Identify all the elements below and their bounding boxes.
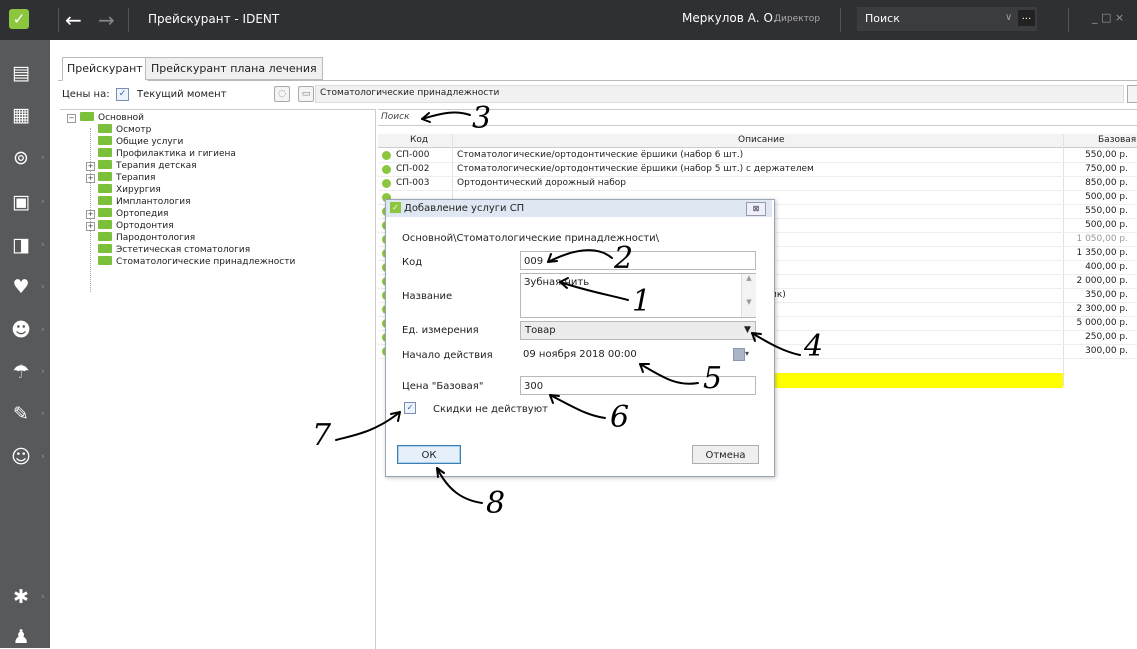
annotation-number: 6 xyxy=(610,400,630,435)
annotation-number: 3 xyxy=(472,101,492,136)
annotation-number: 4 xyxy=(804,329,824,364)
annotation-arrow-5 xyxy=(639,363,699,385)
annotation-number: 2 xyxy=(614,241,634,276)
annotation-number: 8 xyxy=(486,486,506,521)
annotation-arrows xyxy=(335,111,801,504)
annotation-number: 1 xyxy=(632,284,652,319)
annotation-number: 5 xyxy=(703,361,723,396)
annotation-arrow-7 xyxy=(335,411,401,441)
annotation-arrow-1 xyxy=(559,281,629,301)
annotation-arrow-6 xyxy=(549,394,606,419)
annotation-arrow-4 xyxy=(751,332,801,356)
annotation-number: 7 xyxy=(312,418,332,453)
